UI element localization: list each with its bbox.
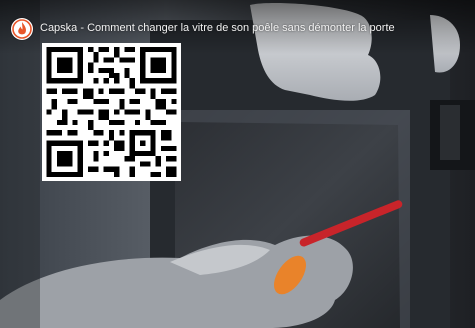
video-title[interactable]: Capska - Comment changer la vitre de son… bbox=[40, 21, 395, 35]
qr-code-card bbox=[42, 43, 181, 181]
capska-flame-logo-icon[interactable] bbox=[11, 18, 33, 40]
video-player[interactable]: Capska - Comment changer la vitre de son… bbox=[0, 0, 475, 328]
qr-code-icon bbox=[46, 47, 177, 177]
